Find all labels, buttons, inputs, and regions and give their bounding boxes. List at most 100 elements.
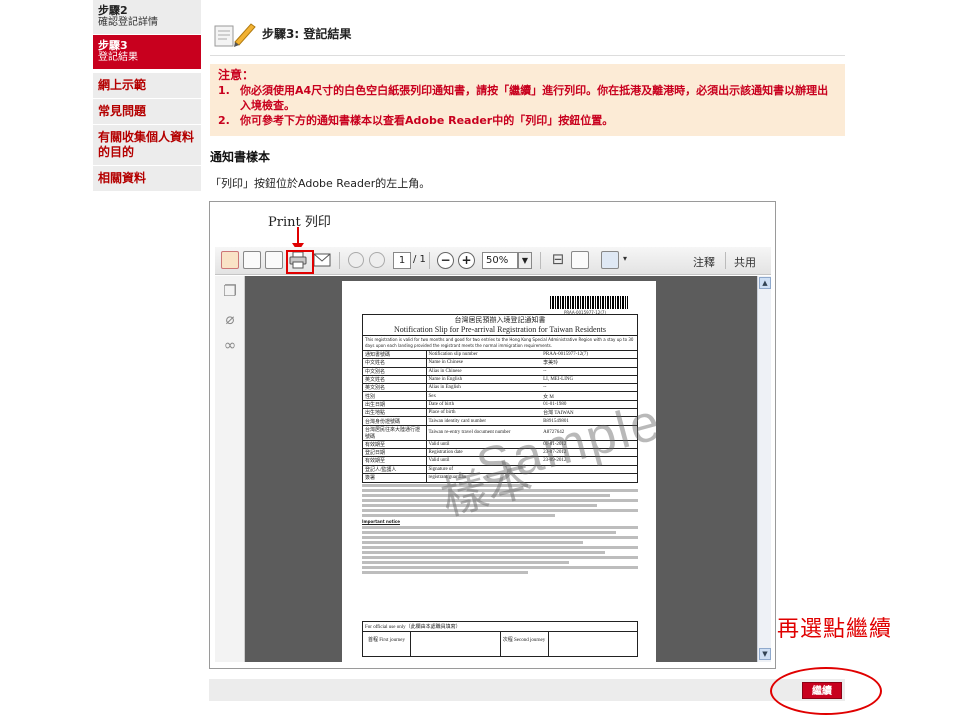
slip-cell: 中文姓名 (363, 358, 427, 368)
scroll-down-icon: ▼ (759, 648, 771, 660)
note-line (362, 541, 583, 544)
document-pen-icon (214, 23, 256, 47)
note-line (362, 531, 616, 534)
slip-cell: 李美玲 (541, 358, 637, 368)
barcode (550, 296, 628, 309)
slip-cell: Name in Chinese (426, 358, 542, 368)
sidebar-step-3[interactable]: 步驟3 登記結果 (93, 35, 201, 70)
official-first-journey: 首程 First journey (363, 632, 500, 656)
notice-item-text: 你可參考下方的通知書樣本以查看Adobe Reader中的「列印」按鈕位置。 (240, 114, 614, 127)
slip-row: 性別 Sex 女 M (363, 391, 637, 401)
notice-title: 注意： (218, 68, 255, 82)
zoom-out-icon: − (437, 252, 454, 269)
official-use-row: 首程 First journey 次程 Second journey (363, 632, 637, 656)
slip-cell: LI, MEI-LING (541, 374, 637, 384)
dropdown-arrow-icon: ▾ (623, 254, 628, 263)
note-line (362, 546, 638, 549)
notice-item: 1. 你必須使用A4尺寸的白色空白紙張列印通知書，請按「繼續」進行列印。你在抵港… (218, 83, 837, 113)
open-file-icon (243, 251, 261, 269)
slip-cell: Notification slip number (426, 349, 542, 359)
reader-scrollbar: ▲ ▼ (757, 276, 771, 662)
continue-button[interactable]: 繼續 (802, 682, 842, 699)
step-header: 步驟3: 登記結果 (210, 18, 845, 56)
fit-page-icon (571, 251, 589, 269)
toolbar-separator (429, 252, 430, 269)
slip-cell: 簽署 (363, 472, 427, 482)
binoculars-icon: ∞ (223, 336, 237, 354)
notice-item-number: 1. (218, 84, 230, 97)
reader-left-pane: ❐ ⌀ ∞ (215, 276, 245, 662)
comment-label: 注釋 (693, 256, 715, 269)
next-page-icon (369, 252, 385, 268)
fit-width-icon: ⊟ (551, 250, 565, 268)
slip-row: 中文姓名 Name in Chinese 李美玲 (363, 358, 637, 368)
slip-cell: 中文別名 (363, 366, 427, 376)
notice-item: 2. 你可參考下方的通知書樣本以查看Adobe Reader中的「列印」按鈕位置… (218, 113, 837, 128)
notice-item-text: 你必須使用A4尺寸的白色空白紙張列印通知書，請按「繼續」進行列印。你在抵港及離港… (240, 84, 829, 112)
official-second-journey: 次程 Second journey (499, 632, 638, 656)
note-line (362, 556, 638, 559)
zoom-in-icon: + (458, 252, 475, 269)
notice-box: 注意： 1. 你必須使用A4尺寸的白色空白紙張列印通知書，請按「繼續」進行列印。… (210, 64, 845, 136)
notice-item-number: 2. (218, 114, 230, 127)
print-highlight-box (286, 250, 314, 274)
note-line (362, 571, 528, 574)
toolbar-separator (339, 252, 340, 269)
first-journey-label: 首程 First journey (363, 632, 411, 656)
sidebar-link-online-demo[interactable]: 網上示範 (93, 72, 201, 98)
slip-cell: 登記人/監護人 (363, 464, 427, 474)
slip-cell: Place of birth (426, 408, 542, 417)
handwritten-annotation: 再選點繼續 (777, 617, 893, 642)
note-line (362, 566, 638, 569)
scroll-up-icon: ▲ (759, 277, 771, 289)
slip-intro: This registration is valid for two month… (363, 335, 637, 350)
slip-cell: -- (541, 366, 637, 376)
share-label: 共用 (734, 256, 756, 269)
note-line (362, 551, 605, 554)
page-title: 步驟3: 登記結果 (262, 27, 352, 41)
slip-cell: 通知書號碼 (363, 349, 427, 359)
chevron-down-icon: ▼ (518, 252, 532, 269)
step-2-title: 步驟2 (98, 4, 128, 17)
sidebar-link-data-collection-purpose[interactable]: 有關收集個人資料的目的 (93, 124, 201, 165)
bottom-action-bar (209, 679, 845, 701)
slip-title-chinese: 台灣居民預辦入境登記通知書 (454, 316, 546, 324)
slip-cell: -- (541, 383, 637, 392)
sidebar-step-2[interactable]: 步驟2 確認登記詳情 (93, 0, 201, 35)
notes-heading: Important notice (362, 519, 400, 524)
sidebar-link-related-info[interactable]: 相關資料 (93, 165, 201, 191)
previous-page-icon (348, 252, 364, 268)
slip-row: 英文姓名 Name in English LI, MEI-LING (363, 374, 637, 384)
zoom-select: 50% (482, 252, 518, 269)
second-journey-label: 次程 Second journey (501, 632, 549, 656)
read-mode-icon (601, 251, 619, 269)
notice-list: 1. 你必須使用A4尺寸的白色空白紙張列印通知書，請按「繼續」進行列印。你在抵港… (218, 83, 837, 128)
step-3-title: 步驟3 (98, 39, 128, 52)
slip-cell: 有效期至 (363, 456, 427, 466)
note-line (362, 536, 638, 539)
step-3-subtitle: 登記結果 (98, 52, 138, 63)
slip-cell: 性別 (363, 391, 427, 401)
official-use-heading: For official use only（此欄由本處職員填寫） (363, 622, 637, 632)
slip-cell: 出生地點 (363, 408, 427, 417)
page-total: / 1 (413, 254, 426, 265)
sidebar-link-faq[interactable]: 常見問題 (93, 98, 201, 124)
slip-cell: PRAA-0015977-12(7) (541, 349, 637, 359)
note-line (362, 561, 569, 564)
note-line (362, 526, 638, 529)
slip-cell: Date of birth (426, 399, 542, 409)
slip-cell: Sex (426, 391, 542, 401)
email-icon (313, 253, 331, 267)
slip-cell: 登記日期 (363, 447, 427, 457)
toolbar-separator (725, 252, 726, 269)
slip-cell: 英文姓名 (363, 374, 427, 384)
slip-cell: 出生日期 (363, 399, 427, 409)
create-pdf-icon (221, 251, 239, 269)
slip-cell: 台灣身份證號碼 (363, 416, 427, 426)
slip-row: 通知書號碼 Notification slip number PRAA-001597… (363, 349, 637, 359)
slip-title-english: Notification Slip for Pre-arrival Regist… (394, 325, 606, 334)
slip-cell: Name in English (426, 374, 542, 384)
sample-section-description: 「列印」按鈕位於Adobe Reader的左上角。 (210, 177, 431, 190)
slip-cell: Alias in English (426, 383, 542, 392)
page-number-input: 1 (393, 252, 411, 269)
